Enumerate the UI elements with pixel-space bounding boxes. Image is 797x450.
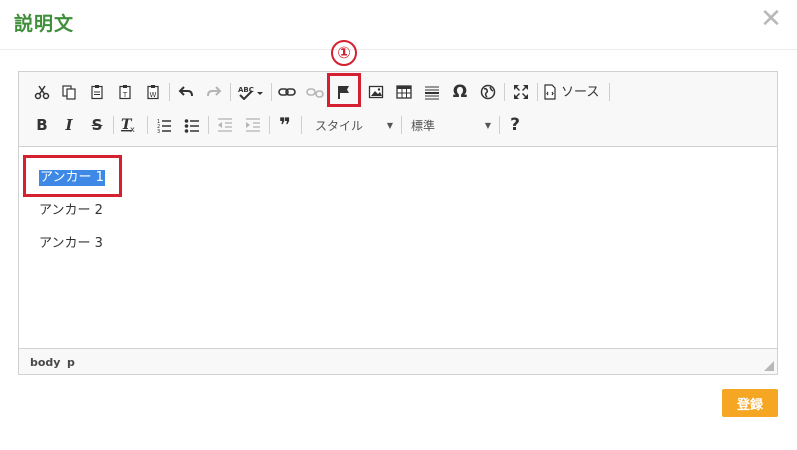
toolbar-separator: [537, 83, 538, 101]
editor-statusbar: body p: [19, 348, 777, 374]
content-line[interactable]: アンカー 3: [39, 236, 103, 252]
bullet-list-icon[interactable]: [181, 114, 203, 136]
rich-text-editor: T W ABC Ω ソース B I S T x 1 2 3 ❞ スタイル ▼ 標…: [18, 71, 778, 375]
image-icon[interactable]: [365, 81, 387, 103]
table-icon[interactable]: [393, 81, 415, 103]
register-button[interactable]: 登録: [722, 389, 778, 417]
redo-icon[interactable]: [203, 81, 225, 103]
toolbar-separator: [504, 83, 505, 101]
toolbar-separator: [301, 116, 302, 134]
source-button[interactable]: ソース: [543, 81, 605, 103]
content-line[interactable]: アンカー 2: [39, 203, 103, 219]
outdent-icon[interactable]: [214, 114, 236, 136]
maximize-icon[interactable]: [510, 81, 532, 103]
toolbar-separator: [208, 116, 209, 134]
horizontal-line-icon[interactable]: [421, 81, 443, 103]
svg-text:x: x: [130, 125, 135, 134]
indent-icon[interactable]: [242, 114, 264, 136]
toolbar-separator: [609, 83, 610, 101]
svg-text:W: W: [150, 91, 157, 99]
resize-grip-icon[interactable]: [764, 361, 774, 371]
toolbar-separator: [499, 116, 500, 134]
path-body[interactable]: body: [30, 356, 60, 369]
undo-icon[interactable]: [175, 81, 197, 103]
svg-text:T: T: [122, 91, 128, 99]
content-line[interactable]: アンカー 1: [39, 170, 105, 186]
toolbar-separator: [230, 83, 231, 101]
toolbar-separator: [169, 83, 170, 101]
close-icon[interactable]: ✕: [758, 6, 784, 32]
anchor-icon[interactable]: [333, 81, 355, 103]
help-icon[interactable]: ?: [504, 114, 526, 136]
svg-text:3: 3: [157, 129, 160, 133]
style-combo[interactable]: スタイル ▼: [309, 114, 397, 136]
strikethrough-button[interactable]: S: [86, 114, 108, 136]
chevron-down-icon: ▼: [484, 121, 491, 130]
toolbar-separator: [113, 116, 114, 134]
paste-icon[interactable]: [86, 81, 108, 103]
link-icon[interactable]: [276, 81, 298, 103]
toolbar-separator: [271, 83, 272, 101]
blockquote-icon[interactable]: ❞: [274, 114, 296, 136]
bold-button[interactable]: B: [31, 114, 53, 136]
unlink-icon[interactable]: [304, 81, 326, 103]
format-combo-label: 標準: [411, 118, 436, 133]
cut-icon[interactable]: [31, 81, 53, 103]
source-label: ソース: [561, 84, 600, 100]
editor-content[interactable]: アンカー 1 アンカー 2 アンカー 3: [19, 148, 777, 348]
toolbar-separator: [401, 116, 402, 134]
special-char-icon[interactable]: Ω: [449, 81, 471, 103]
path-p[interactable]: p: [67, 356, 75, 369]
style-combo-label: スタイル: [315, 118, 364, 133]
paste-text-icon[interactable]: T: [114, 81, 136, 103]
paste-word-icon[interactable]: W: [142, 81, 164, 103]
dialog-title: 説明文: [14, 13, 75, 35]
italic-button[interactable]: I: [58, 114, 80, 136]
copy-icon[interactable]: [58, 81, 80, 103]
source-icon: [544, 84, 556, 100]
editor-toolbar: T W ABC Ω ソース B I S T x 1 2 3 ❞ スタイル ▼ 標…: [19, 72, 777, 147]
iframe-icon[interactable]: [477, 81, 499, 103]
remove-format-button[interactable]: Tx: [118, 114, 140, 136]
header-divider: [0, 49, 797, 50]
numbered-list-icon[interactable]: 123: [153, 114, 175, 136]
format-combo[interactable]: 標準 ▼: [405, 114, 495, 136]
marker-number: ①: [331, 40, 357, 66]
toolbar-separator: [269, 116, 270, 134]
toolbar-separator: [147, 116, 148, 134]
chevron-down-icon: ▼: [386, 121, 393, 130]
spellcheck-icon[interactable]: ABC: [236, 81, 266, 103]
